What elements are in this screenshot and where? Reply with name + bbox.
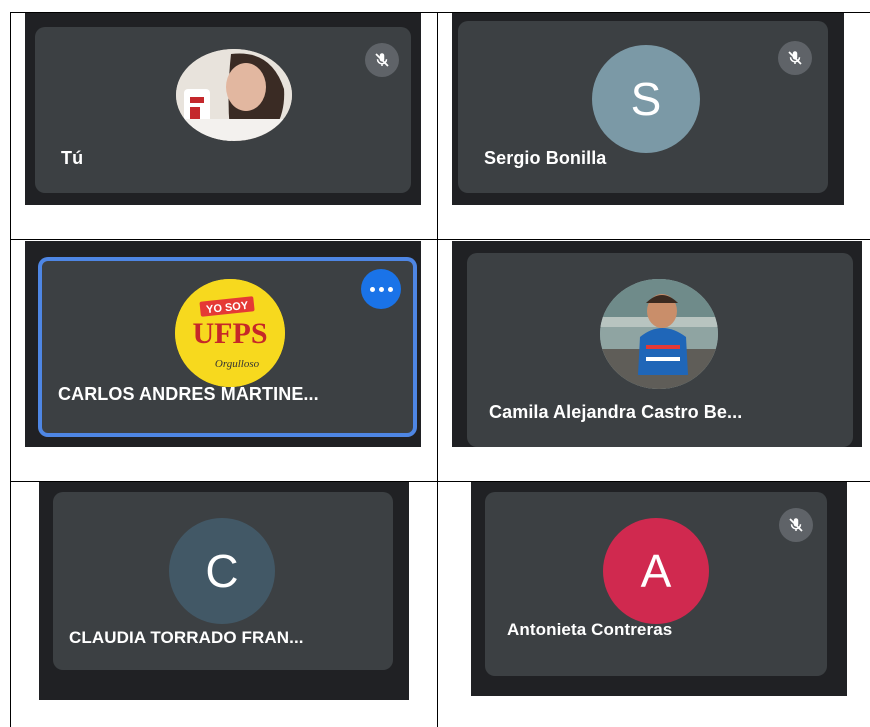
avatar-initial-letter: A xyxy=(640,545,672,597)
logo-sub-text: Orgulloso xyxy=(215,358,260,370)
avatar-initial-letter: C xyxy=(205,545,239,597)
mic-off-icon xyxy=(365,43,399,77)
screenshot-crop: S Sergio Bonilla xyxy=(452,13,844,205)
screenshot-crop: Tú xyxy=(25,13,421,205)
participant-name: Tú xyxy=(61,148,84,168)
participant-name: CLAUDIA TORRADO FRAN... xyxy=(69,628,304,647)
avatar-photo xyxy=(176,49,292,141)
avatar-initial: C xyxy=(169,518,275,624)
more-horiz-icon[interactable] xyxy=(361,269,401,309)
participant-name: Camila Alejandra Castro Be... xyxy=(489,402,743,422)
screenshot-crop: A Antonieta Contreras xyxy=(471,482,847,696)
participant-tile-camila[interactable]: Camila Alejandra Castro Be... xyxy=(467,253,853,447)
participant-name: CARLOS ANDRES MARTINE... xyxy=(58,384,319,404)
avatar-photo xyxy=(600,279,718,389)
participant-tile-you[interactable]: Tú xyxy=(35,27,411,193)
avatar-initial: A xyxy=(603,518,709,624)
screenshot-crop: Camila Alejandra Castro Be... xyxy=(452,241,862,447)
participant-tile-claudia[interactable]: C CLAUDIA TORRADO FRAN... xyxy=(53,492,393,670)
mic-off-icon xyxy=(778,41,812,75)
logo-main-text: UFPS xyxy=(193,317,268,350)
participant-tile-sergio[interactable]: S Sergio Bonilla xyxy=(458,21,828,193)
avatar-initial: S xyxy=(592,45,700,153)
screenshot-crop: C CLAUDIA TORRADO FRAN... xyxy=(39,482,409,700)
participant-name: Sergio Bonilla xyxy=(484,148,607,168)
participant-tile-antonieta[interactable]: A Antonieta Contreras xyxy=(485,492,827,676)
participant-name: Antonieta Contreras xyxy=(507,620,673,639)
screenshot-crop: YO SOY UFPS Orgulloso CARLOS ANDRES MART… xyxy=(25,241,421,447)
participant-tile-carlos[interactable]: YO SOY UFPS Orgulloso CARLOS ANDRES MART… xyxy=(38,257,417,437)
ufps-logo: YO SOY UFPS Orgulloso xyxy=(175,279,285,387)
mic-off-icon xyxy=(779,508,813,542)
avatar-initial-letter: S xyxy=(630,73,662,125)
